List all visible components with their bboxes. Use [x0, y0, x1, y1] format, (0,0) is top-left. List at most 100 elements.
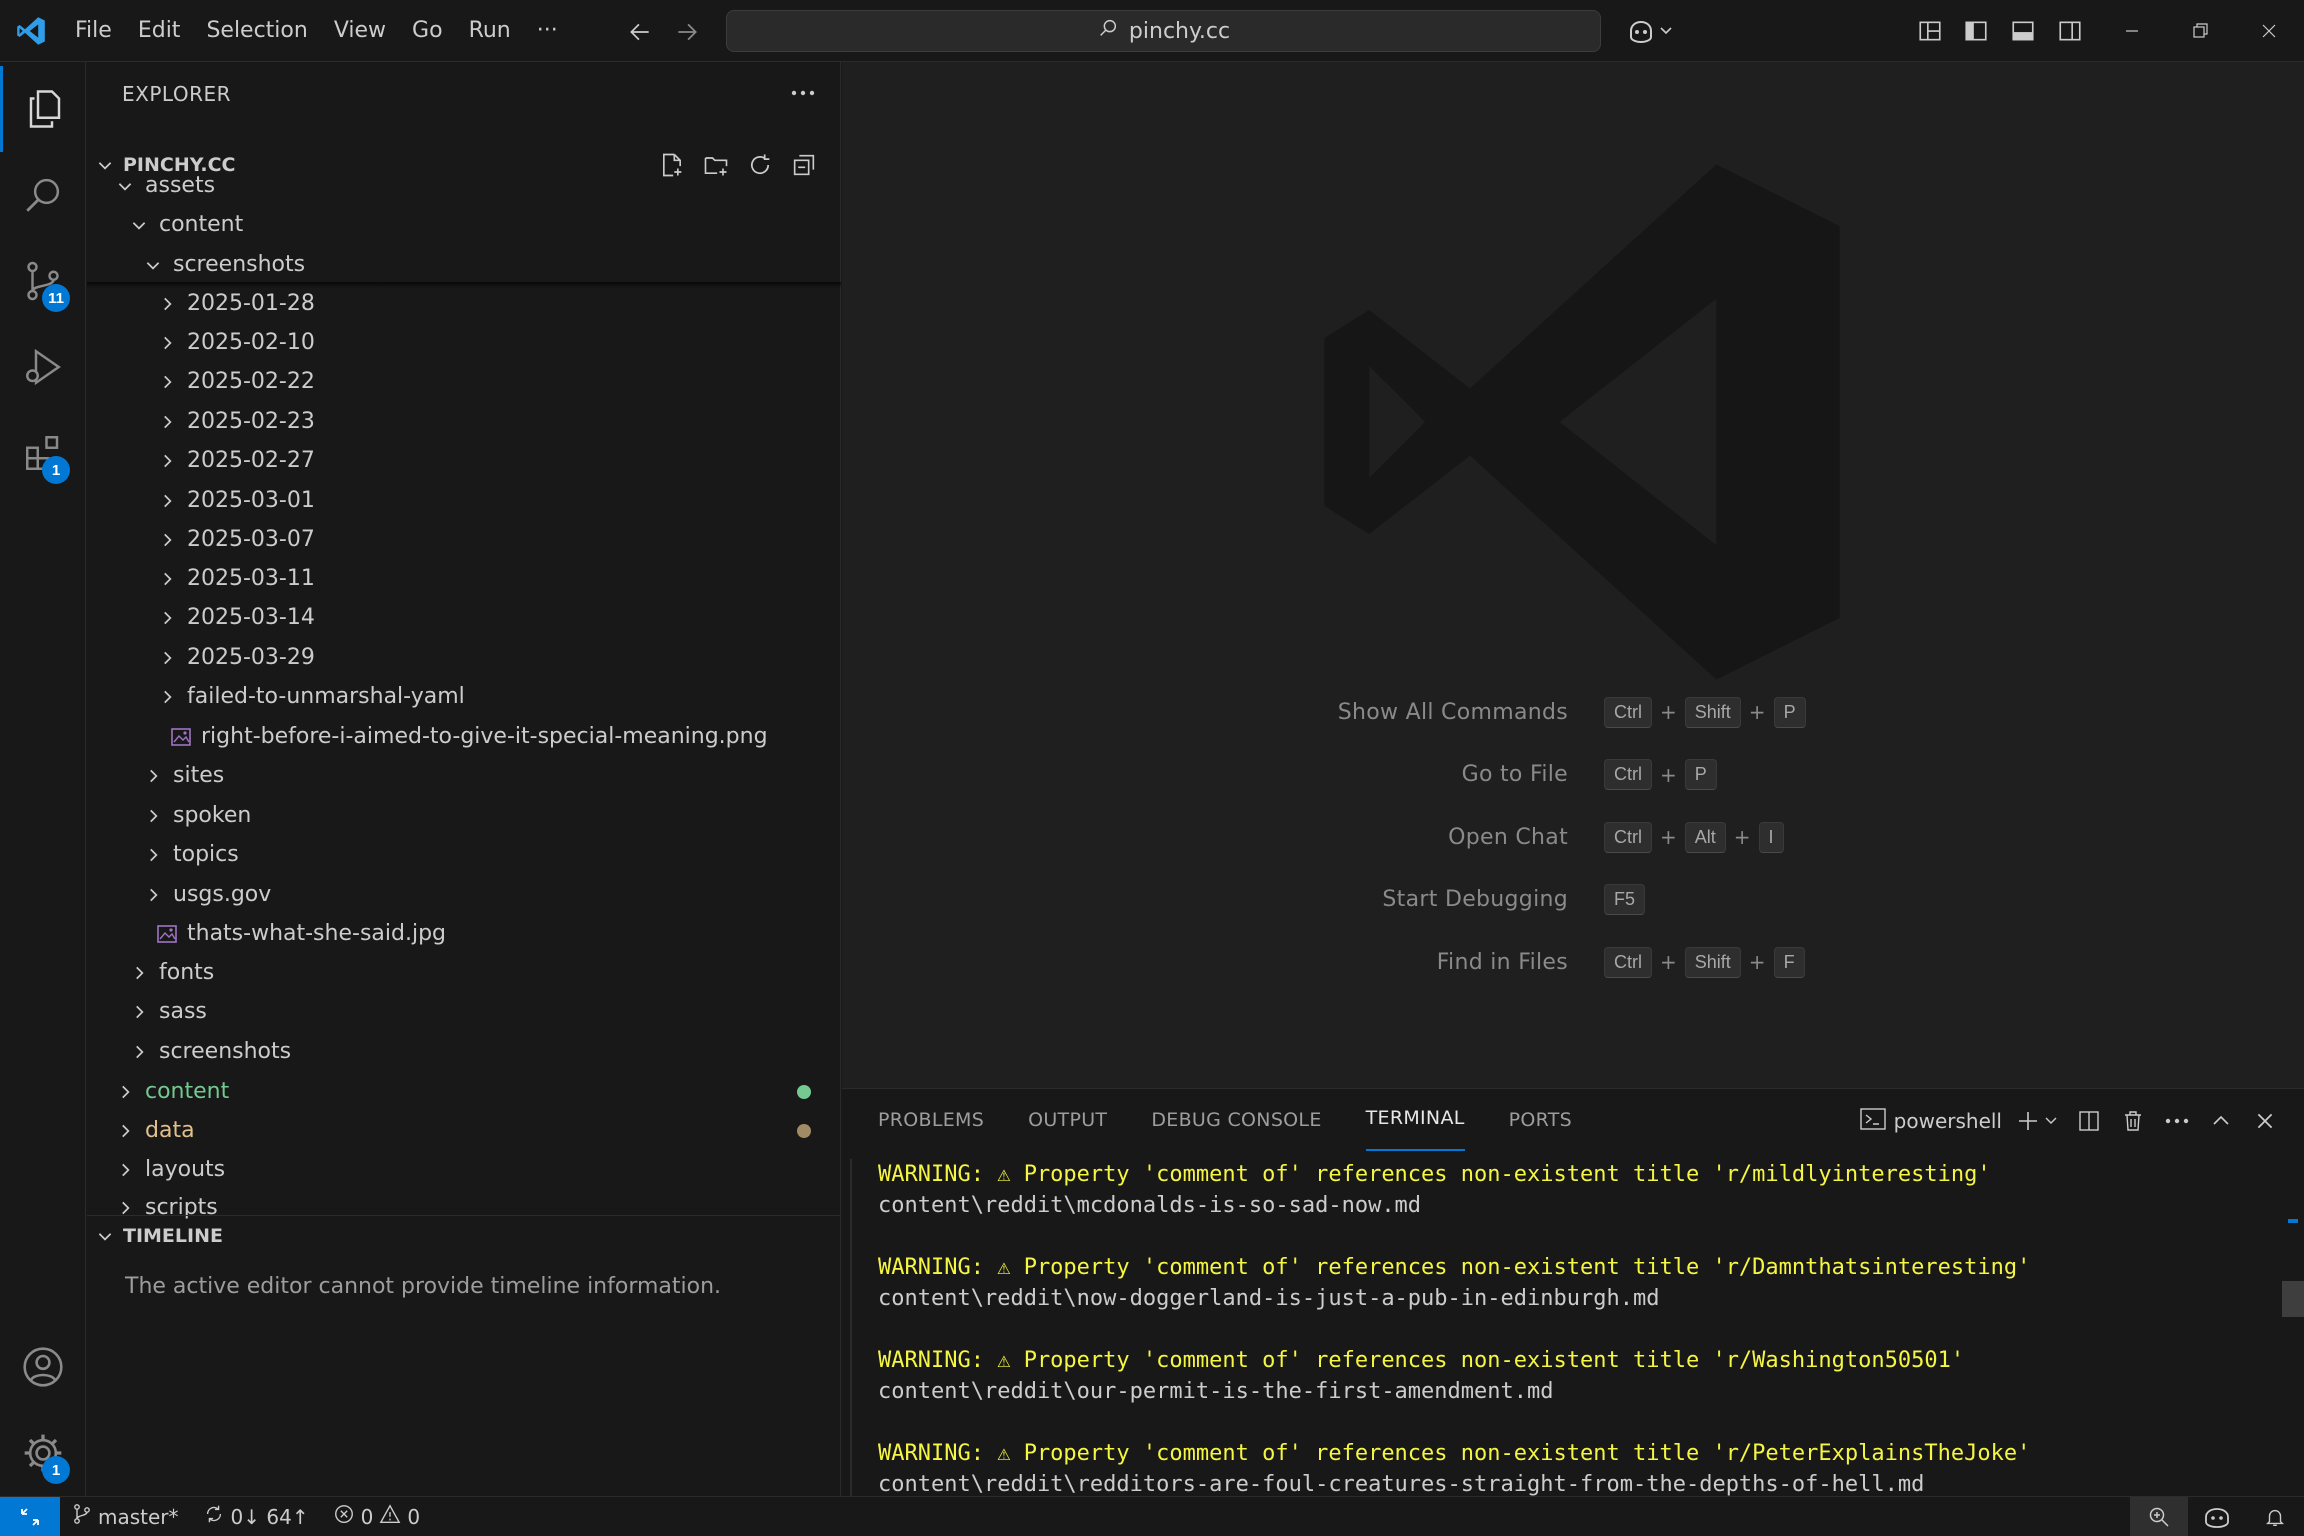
folder-item[interactable]: 2025-01-28: [87, 284, 841, 323]
menu-more-button[interactable]: ···: [524, 11, 571, 51]
folder-item[interactable]: topics: [87, 835, 841, 874]
folder-item[interactable]: screenshots: [87, 1032, 841, 1071]
menu-item-file[interactable]: File: [62, 11, 125, 51]
chevron-right-icon: [153, 334, 181, 352]
folder-item[interactable]: 2025-02-27: [87, 441, 841, 480]
shortcut-hint[interactable]: Start Debugging F5: [842, 880, 2304, 920]
back-arrow-icon[interactable]: [620, 12, 660, 52]
folder-item[interactable]: spoken: [87, 796, 841, 835]
toggle-secondary-sidebar-icon[interactable]: [2050, 11, 2090, 51]
chevron-right-icon: [111, 1199, 139, 1217]
folder-item[interactable]: 2025-03-11: [87, 559, 841, 598]
explorer-icon[interactable]: [0, 66, 86, 152]
terminal-shell-selector[interactable]: powershell: [1859, 1101, 2002, 1141]
scrollbar-thumb[interactable]: [2282, 1281, 2304, 1317]
run-debug-icon[interactable]: [0, 324, 86, 410]
restore-icon[interactable]: [2180, 11, 2220, 51]
git-branch[interactable]: master*: [60, 1497, 191, 1536]
keycap: Ctrl: [1604, 821, 1652, 853]
remote-indicator-icon[interactable]: [0, 1496, 60, 1536]
tree-item-label: 2025-03-14: [187, 605, 315, 630]
customize-layout-icon[interactable]: [1910, 11, 1950, 51]
maximize-panel-icon[interactable]: [2206, 1101, 2236, 1141]
terminal-output[interactable]: WARNING: ⚠ Property 'comment of' referen…: [878, 1159, 2258, 1500]
extensions-icon[interactable]: 1: [0, 410, 86, 496]
tree-item-label: data: [145, 1118, 195, 1143]
timeline-header[interactable]: TIMELINE: [87, 1215, 841, 1255]
folder-item[interactable]: usgs.gov: [87, 875, 841, 914]
source-control-icon[interactable]: 11: [0, 238, 86, 324]
warning-count: 0: [407, 1504, 421, 1529]
panel-tab-ports[interactable]: PORTS: [1509, 1089, 1572, 1151]
toggle-sidebar-icon[interactable]: [1956, 11, 1996, 51]
close-panel-icon[interactable]: [2250, 1101, 2280, 1141]
search-view-icon[interactable]: [0, 152, 86, 238]
chevron-right-icon: [139, 886, 167, 904]
folder-item[interactable]: sites: [87, 756, 841, 795]
menu-item-view[interactable]: View: [321, 11, 399, 51]
copilot-menu-icon[interactable]: [1622, 11, 1682, 51]
accounts-icon[interactable]: [0, 1324, 86, 1410]
forward-arrow-icon[interactable]: [667, 12, 707, 52]
explorer-more-icon[interactable]: [786, 76, 820, 110]
shortcut-keys: F5: [1604, 884, 1646, 915]
folder-item[interactable]: 2025-03-29: [87, 638, 841, 677]
terminal-icon: [1859, 1107, 1886, 1136]
chevron-right-icon: [139, 767, 167, 785]
close-window-icon[interactable]: [2249, 11, 2289, 51]
tree-item-label: sass: [159, 999, 207, 1024]
menu-item-selection[interactable]: Selection: [193, 11, 320, 51]
tree-item-label: topics: [173, 842, 239, 867]
chevron-down-icon: [87, 1227, 123, 1245]
folder-item[interactable]: 2025-03-14: [87, 598, 841, 637]
file-item[interactable]: right-before-i-aimed-to-give-it-special-…: [87, 717, 841, 756]
new-terminal-icon[interactable]: [2016, 1101, 2060, 1141]
manage-gear-icon[interactable]: 1: [0, 1410, 86, 1496]
panel-more-icon[interactable]: [2162, 1101, 2192, 1141]
folder-item[interactable]: 2025-03-07: [87, 520, 841, 559]
folder-item[interactable]: layouts: [87, 1150, 841, 1189]
split-terminal-icon[interactable]: [2074, 1101, 2104, 1141]
tree-item-label: 2025-02-23: [187, 409, 315, 434]
notifications-bell-icon[interactable]: [2246, 1497, 2304, 1536]
toggle-panel-icon[interactable]: [2003, 11, 2043, 51]
panel-tab-terminal[interactable]: TERMINAL: [1365, 1107, 1465, 1151]
warning-icon: [379, 1503, 401, 1530]
git-sync[interactable]: 0↓ 64↑: [191, 1497, 321, 1536]
file-item[interactable]: thats-what-she-said.jpg: [87, 914, 841, 953]
menu-item-go[interactable]: Go: [399, 11, 456, 51]
tree-item-label: layouts: [145, 1157, 226, 1182]
folder-item[interactable]: content: [87, 205, 841, 244]
shortcut-hint[interactable]: Open Chat Ctrl + Alt + I: [842, 817, 2304, 857]
folder-item[interactable]: data: [87, 1111, 841, 1150]
problems-summary[interactable]: 0 0: [321, 1497, 432, 1536]
minimize-icon[interactable]: [2112, 11, 2152, 51]
panel-tab-problems[interactable]: PROBLEMS: [878, 1089, 984, 1151]
copilot-status-icon[interactable]: [2188, 1497, 2246, 1536]
keycap: Shift: [1684, 696, 1741, 728]
folder-item[interactable]: 2025-02-23: [87, 402, 841, 441]
folder-item[interactable]: 2025-02-22: [87, 362, 841, 401]
shortcut-hint[interactable]: Show All Commands Ctrl + Shift + P: [842, 692, 2304, 732]
panel-tab-debug-console[interactable]: DEBUG CONSOLE: [1151, 1089, 1321, 1151]
chevron-right-icon: [153, 492, 181, 510]
panel-tab-output[interactable]: OUTPUT: [1028, 1089, 1107, 1151]
folder-item[interactable]: screenshots: [87, 245, 841, 284]
folder-item[interactable]: sass: [87, 992, 841, 1031]
shortcut-label: Open Chat: [1448, 824, 1568, 850]
folder-item[interactable]: 2025-02-10: [87, 323, 841, 362]
shortcut-hint[interactable]: Find in Files Ctrl + Shift + F: [842, 942, 2304, 982]
folder-item[interactable]: fonts: [87, 953, 841, 992]
folder-item[interactable]: 2025-03-01: [87, 481, 841, 520]
folder-item[interactable]: assets: [87, 166, 841, 205]
menu-item-run[interactable]: Run: [456, 11, 524, 51]
kill-terminal-icon[interactable]: [2118, 1101, 2148, 1141]
shortcut-hint[interactable]: Go to File Ctrl + P: [842, 755, 2304, 795]
tree-item-label: content: [145, 1079, 230, 1104]
folder-item[interactable]: content: [87, 1072, 841, 1111]
zoom-icon[interactable]: [2130, 1497, 2188, 1536]
menu-item-edit[interactable]: Edit: [125, 11, 194, 51]
folder-item[interactable]: failed-to-unmarshal-yaml: [87, 677, 841, 716]
terminal-scrollbar[interactable]: [2282, 1151, 2304, 1497]
command-center-search[interactable]: pinchy.cc: [726, 10, 1601, 52]
